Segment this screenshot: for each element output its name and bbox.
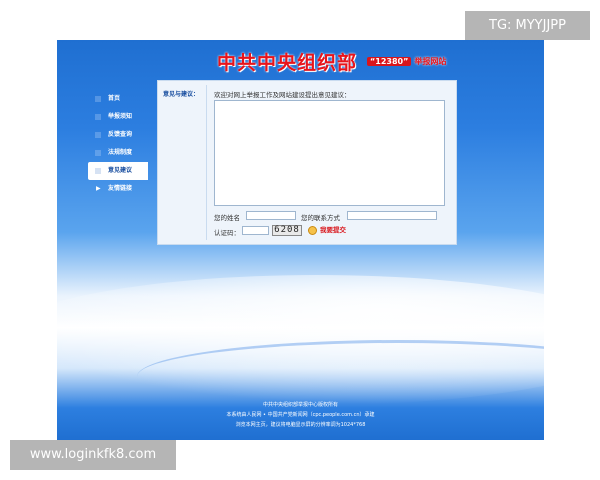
nav-item-feedback-query[interactable]: 反馈查询 [88, 126, 148, 144]
footer-copyright: 中共中央组织部举报中心版权所有 [262, 402, 338, 408]
nav-item-links[interactable]: ▶ 友情链接 [88, 180, 148, 198]
grid-icon [95, 114, 101, 120]
left-nav: 首页 举报须知 反馈查询 法规制度 意见建议 ▶ 友情链接 [88, 90, 148, 198]
footer-resolution-note: 浏览本网主页，建议将电脑显示屏的分辨率调为1024*768 [235, 422, 366, 428]
section-label: 意见与建议： [163, 91, 200, 98]
hotline-number: “12380” [367, 57, 412, 66]
site-footer: 中共中央组织部举报中心版权所有 本系统由人民网 • 中国共产党新闻网（cpc.p… [57, 400, 544, 430]
contact-label: 您的联系方式 [301, 214, 340, 222]
site-header: 中共中央组织部 “12380” 举报网站 [57, 40, 544, 78]
site-subtitle: “12380” 举报网站 [367, 56, 446, 67]
nav-item-label: 举报须知 [108, 113, 133, 120]
grid-icon [95, 132, 101, 138]
watermark-top: TG: MYYJJPP [465, 11, 590, 40]
submit-label: 我要提交 [320, 226, 346, 234]
suggestion-textarea[interactable] [214, 100, 445, 206]
grid-icon [95, 150, 101, 156]
divider [206, 85, 207, 240]
nav-item-label: 意见建议 [108, 167, 133, 174]
captcha-image: 6208 [272, 225, 302, 236]
captcha-label: 认证码： [214, 229, 240, 237]
subtitle-text: 举报网站 [414, 57, 447, 66]
site-title: 中共中央组织部 [217, 52, 358, 74]
name-field[interactable] [246, 211, 296, 220]
grid-icon [95, 96, 101, 102]
submit-button[interactable]: 我要提交 [308, 225, 346, 236]
name-label: 您的姓名 [214, 214, 240, 222]
nav-item-label: 反馈查询 [108, 131, 133, 138]
nav-item-label: 法规制度 [108, 149, 133, 156]
footer-builder: 本系统由人民网 • 中国共产党新闻网（cpc.people.com.cn）承建 [226, 412, 375, 418]
arrow-icon: ▶ [96, 185, 101, 192]
contact-field[interactable] [347, 211, 437, 220]
grid-icon [95, 168, 101, 174]
nav-item-home[interactable]: 首页 [88, 90, 148, 108]
nav-item-suggestions[interactable]: 意见建议 [88, 162, 148, 180]
nav-item-regulations[interactable]: 法规制度 [88, 144, 148, 162]
nav-item-report-notice[interactable]: 举报须知 [88, 108, 148, 126]
suggestion-form: 意见与建议： 欢迎对网上举报工作及网站建设提出意见建议： 您的姓名 您的联系方式… [157, 80, 457, 245]
form-prompt: 欢迎对网上举报工作及网站建设提出意见建议： [214, 91, 351, 99]
watermark-bottom: www.loginkfk8.com [10, 440, 176, 470]
nav-item-label: 首页 [108, 95, 121, 102]
site-panel: 中共中央组织部 “12380” 举报网站 首页 举报须知 反馈查询 法规制度 意见… [57, 40, 544, 440]
submit-icon [308, 226, 317, 235]
nav-item-label: 友情链接 [108, 185, 133, 192]
captcha-field[interactable] [242, 226, 269, 235]
